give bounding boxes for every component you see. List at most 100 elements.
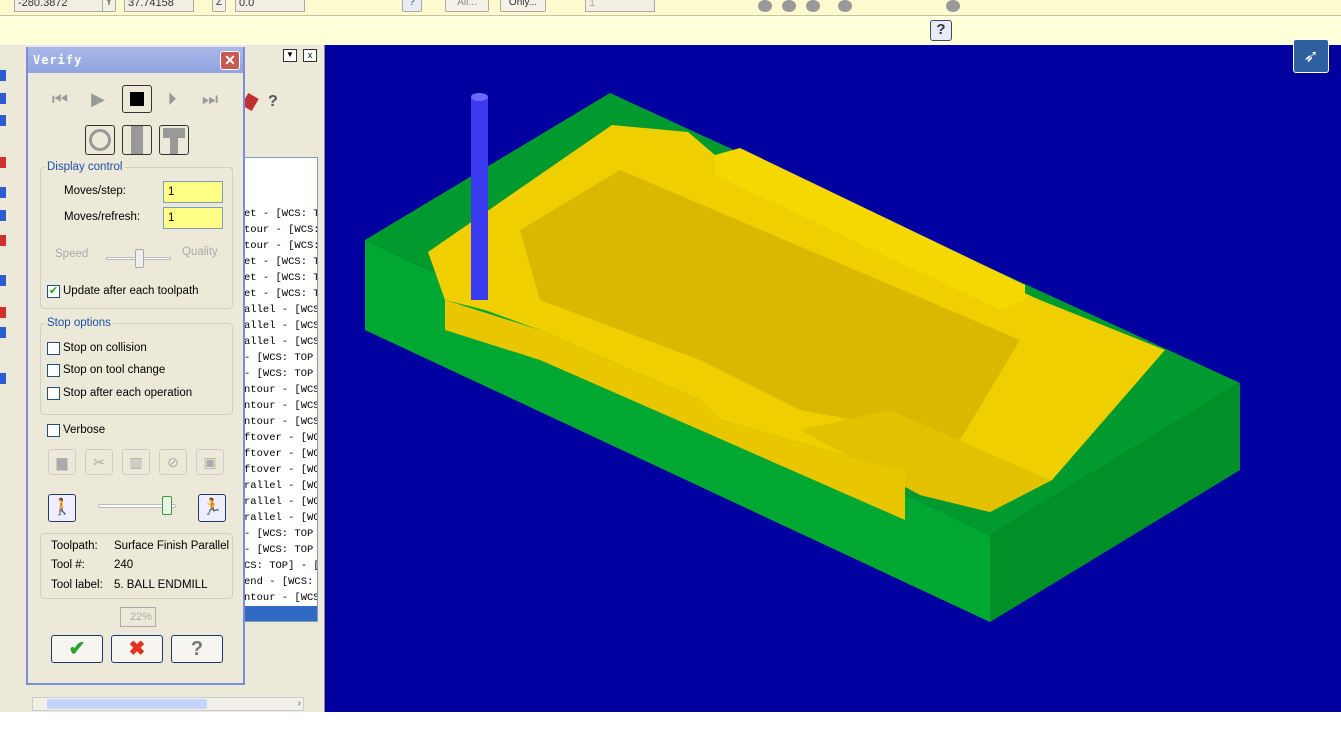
operation-row[interactable]: ftover - [WC bbox=[244, 462, 317, 478]
tool-icon[interactable] bbox=[0, 373, 6, 384]
shade-icon[interactable] bbox=[758, 0, 772, 12]
operation-row[interactable]: allel - [WCS bbox=[244, 334, 317, 350]
left-toolbar bbox=[0, 45, 26, 712]
operation-row[interactable]: rallel - [WC bbox=[244, 494, 317, 510]
chart-icon[interactable]: ▥ bbox=[122, 449, 150, 475]
y-coordinate-field[interactable]: 37.74158 bbox=[124, 0, 194, 12]
operation-row[interactable]: tour - [WCS: bbox=[244, 238, 317, 254]
stock-display-button[interactable] bbox=[85, 125, 115, 155]
moves-step-input[interactable]: 1 bbox=[163, 181, 223, 203]
operation-row[interactable]: allel - [WCS bbox=[244, 318, 317, 334]
shade-icon[interactable] bbox=[806, 0, 820, 12]
operations-list[interactable]: et - [WCS: Ttour - [WCS: tour - [WCS: et -… bbox=[243, 157, 318, 622]
view-icon[interactable] bbox=[946, 0, 960, 12]
update-label: Update after each toolpath bbox=[63, 285, 199, 297]
stop-each-operation-label: Stop after each operation bbox=[63, 387, 193, 399]
all-button[interactable]: All... bbox=[445, 0, 489, 12]
scrollbar-thumb[interactable] bbox=[47, 699, 207, 709]
toolpath-label: Toolpath: bbox=[51, 540, 98, 552]
tool-icon[interactable] bbox=[0, 235, 6, 246]
dropdown-icon[interactable]: ▼ bbox=[283, 49, 297, 62]
operation-row[interactable]: ntour - [WCS bbox=[244, 414, 317, 430]
operation-row[interactable]: ntour - [WCS bbox=[244, 590, 317, 606]
operation-row[interactable]: rallel - [WC bbox=[244, 478, 317, 494]
tool-icon[interactable] bbox=[0, 157, 6, 168]
operation-row[interactable]: - [WCS: TOP bbox=[244, 542, 317, 558]
update-checkbox[interactable]: ✔ bbox=[47, 285, 60, 298]
stop-tool-change-checkbox[interactable] bbox=[47, 364, 60, 377]
close-icon[interactable]: x bbox=[303, 49, 317, 62]
operation-row[interactable]: ntour - [WCS bbox=[244, 398, 317, 414]
operation-row[interactable]: - [WCS: TOP bbox=[244, 526, 317, 542]
fast-forward-icon[interactable]: ⏭ bbox=[198, 87, 222, 111]
tool-icon[interactable] bbox=[0, 327, 6, 338]
export-icon[interactable]: ▣ bbox=[196, 449, 224, 475]
moves-refresh-input[interactable]: 1 bbox=[163, 207, 223, 229]
operation-row[interactable]: et - [WCS: T bbox=[244, 254, 317, 270]
save-stock-icon[interactable]: ▆ bbox=[48, 449, 76, 475]
quality-label: Quality bbox=[182, 246, 218, 258]
cancel-button[interactable]: ✖ bbox=[111, 635, 163, 663]
tool-top bbox=[471, 93, 488, 101]
sim-speed-thumb[interactable] bbox=[162, 496, 172, 515]
operation-row[interactable]: - [WCS: TOP bbox=[244, 366, 317, 382]
tool-icon[interactable] bbox=[0, 275, 6, 286]
operation-row[interactable]: end - [WCS: bbox=[244, 574, 317, 590]
operation-row[interactable]: rallel - [WC bbox=[244, 510, 317, 526]
operation-row[interactable]: ftover - [WC bbox=[244, 430, 317, 446]
run-fast-icon[interactable]: 🏃 bbox=[198, 494, 226, 522]
z-label-button[interactable]: Z bbox=[212, 0, 226, 12]
operation-row[interactable]: ntour - [WCS bbox=[244, 382, 317, 398]
operation-row[interactable] bbox=[244, 606, 317, 621]
tool-icon[interactable] bbox=[0, 307, 6, 318]
operation-row[interactable]: et - [WCS: T bbox=[244, 206, 317, 222]
view-icon[interactable] bbox=[838, 0, 852, 12]
tool-number-label: Tool #: bbox=[51, 559, 85, 571]
rewind-icon[interactable]: ⏮ bbox=[48, 87, 72, 111]
play-icon[interactable]: ▶ bbox=[86, 87, 110, 111]
tool-icon[interactable] bbox=[0, 210, 6, 221]
stop-tool-change-label: Stop on tool change bbox=[63, 364, 166, 376]
only-button[interactable]: Only... bbox=[500, 0, 546, 12]
cut-icon[interactable]: ✂ bbox=[85, 449, 113, 475]
graphics-viewport[interactable]: ➶ bbox=[325, 39, 1341, 712]
horizontal-scrollbar[interactable]: › bbox=[32, 697, 304, 711]
tool-shank bbox=[471, 97, 488, 300]
operation-row[interactable]: allel - [WCS bbox=[244, 302, 317, 318]
top-toolbar: -280.3872 Y 37.74158 Z 0.0 ? All... Only… bbox=[0, 0, 1341, 16]
help-icon[interactable]: ? bbox=[930, 20, 952, 41]
stop-each-operation-checkbox[interactable] bbox=[47, 387, 60, 400]
stop-collision-checkbox[interactable] bbox=[47, 342, 60, 355]
close-button[interactable]: ✕ bbox=[220, 51, 240, 70]
help-button[interactable]: ? bbox=[171, 635, 223, 663]
help-icon[interactable]: ? bbox=[402, 0, 422, 12]
tool-icon[interactable] bbox=[0, 115, 6, 126]
collision-icon[interactable]: ⊘ bbox=[159, 449, 187, 475]
stop-options-legend: Stop options bbox=[47, 317, 111, 329]
shade-icon[interactable] bbox=[782, 0, 796, 12]
scroll-right-icon[interactable]: › bbox=[298, 698, 301, 709]
tool-display-button[interactable] bbox=[122, 125, 152, 155]
verbose-checkbox[interactable] bbox=[47, 424, 60, 437]
y-label-button[interactable]: Y bbox=[102, 0, 116, 12]
toolpath-value: Surface Finish Parallel bbox=[114, 540, 230, 552]
tool-icon[interactable] bbox=[0, 70, 6, 81]
walk-slow-icon[interactable]: 🚶 bbox=[48, 494, 76, 522]
holder-display-button[interactable] bbox=[159, 125, 189, 155]
operation-row[interactable]: et - [WCS: T bbox=[244, 270, 317, 286]
level-select[interactable]: 1 bbox=[585, 0, 655, 12]
help-icon[interactable]: ? bbox=[268, 93, 278, 111]
x-coordinate-field[interactable]: -280.3872 bbox=[14, 0, 110, 12]
operation-row[interactable]: et - [WCS: T bbox=[244, 286, 317, 302]
step-forward-icon[interactable]: ⏵ bbox=[160, 87, 184, 111]
operation-row[interactable]: tour - [WCS: bbox=[244, 222, 317, 238]
operation-row[interactable]: - [WCS: TOP bbox=[244, 350, 317, 366]
operation-row[interactable]: CS: TOP] - [ bbox=[244, 558, 317, 574]
tool-icon[interactable] bbox=[0, 93, 6, 104]
ok-button[interactable]: ✔ bbox=[51, 635, 103, 663]
speed-quality-thumb[interactable] bbox=[134, 249, 144, 268]
z-coordinate-field[interactable]: 0.0 bbox=[235, 0, 305, 12]
tool-icon[interactable] bbox=[0, 187, 6, 198]
operation-row[interactable]: ftover - [WC bbox=[244, 446, 317, 462]
stop-button[interactable] bbox=[122, 85, 152, 113]
